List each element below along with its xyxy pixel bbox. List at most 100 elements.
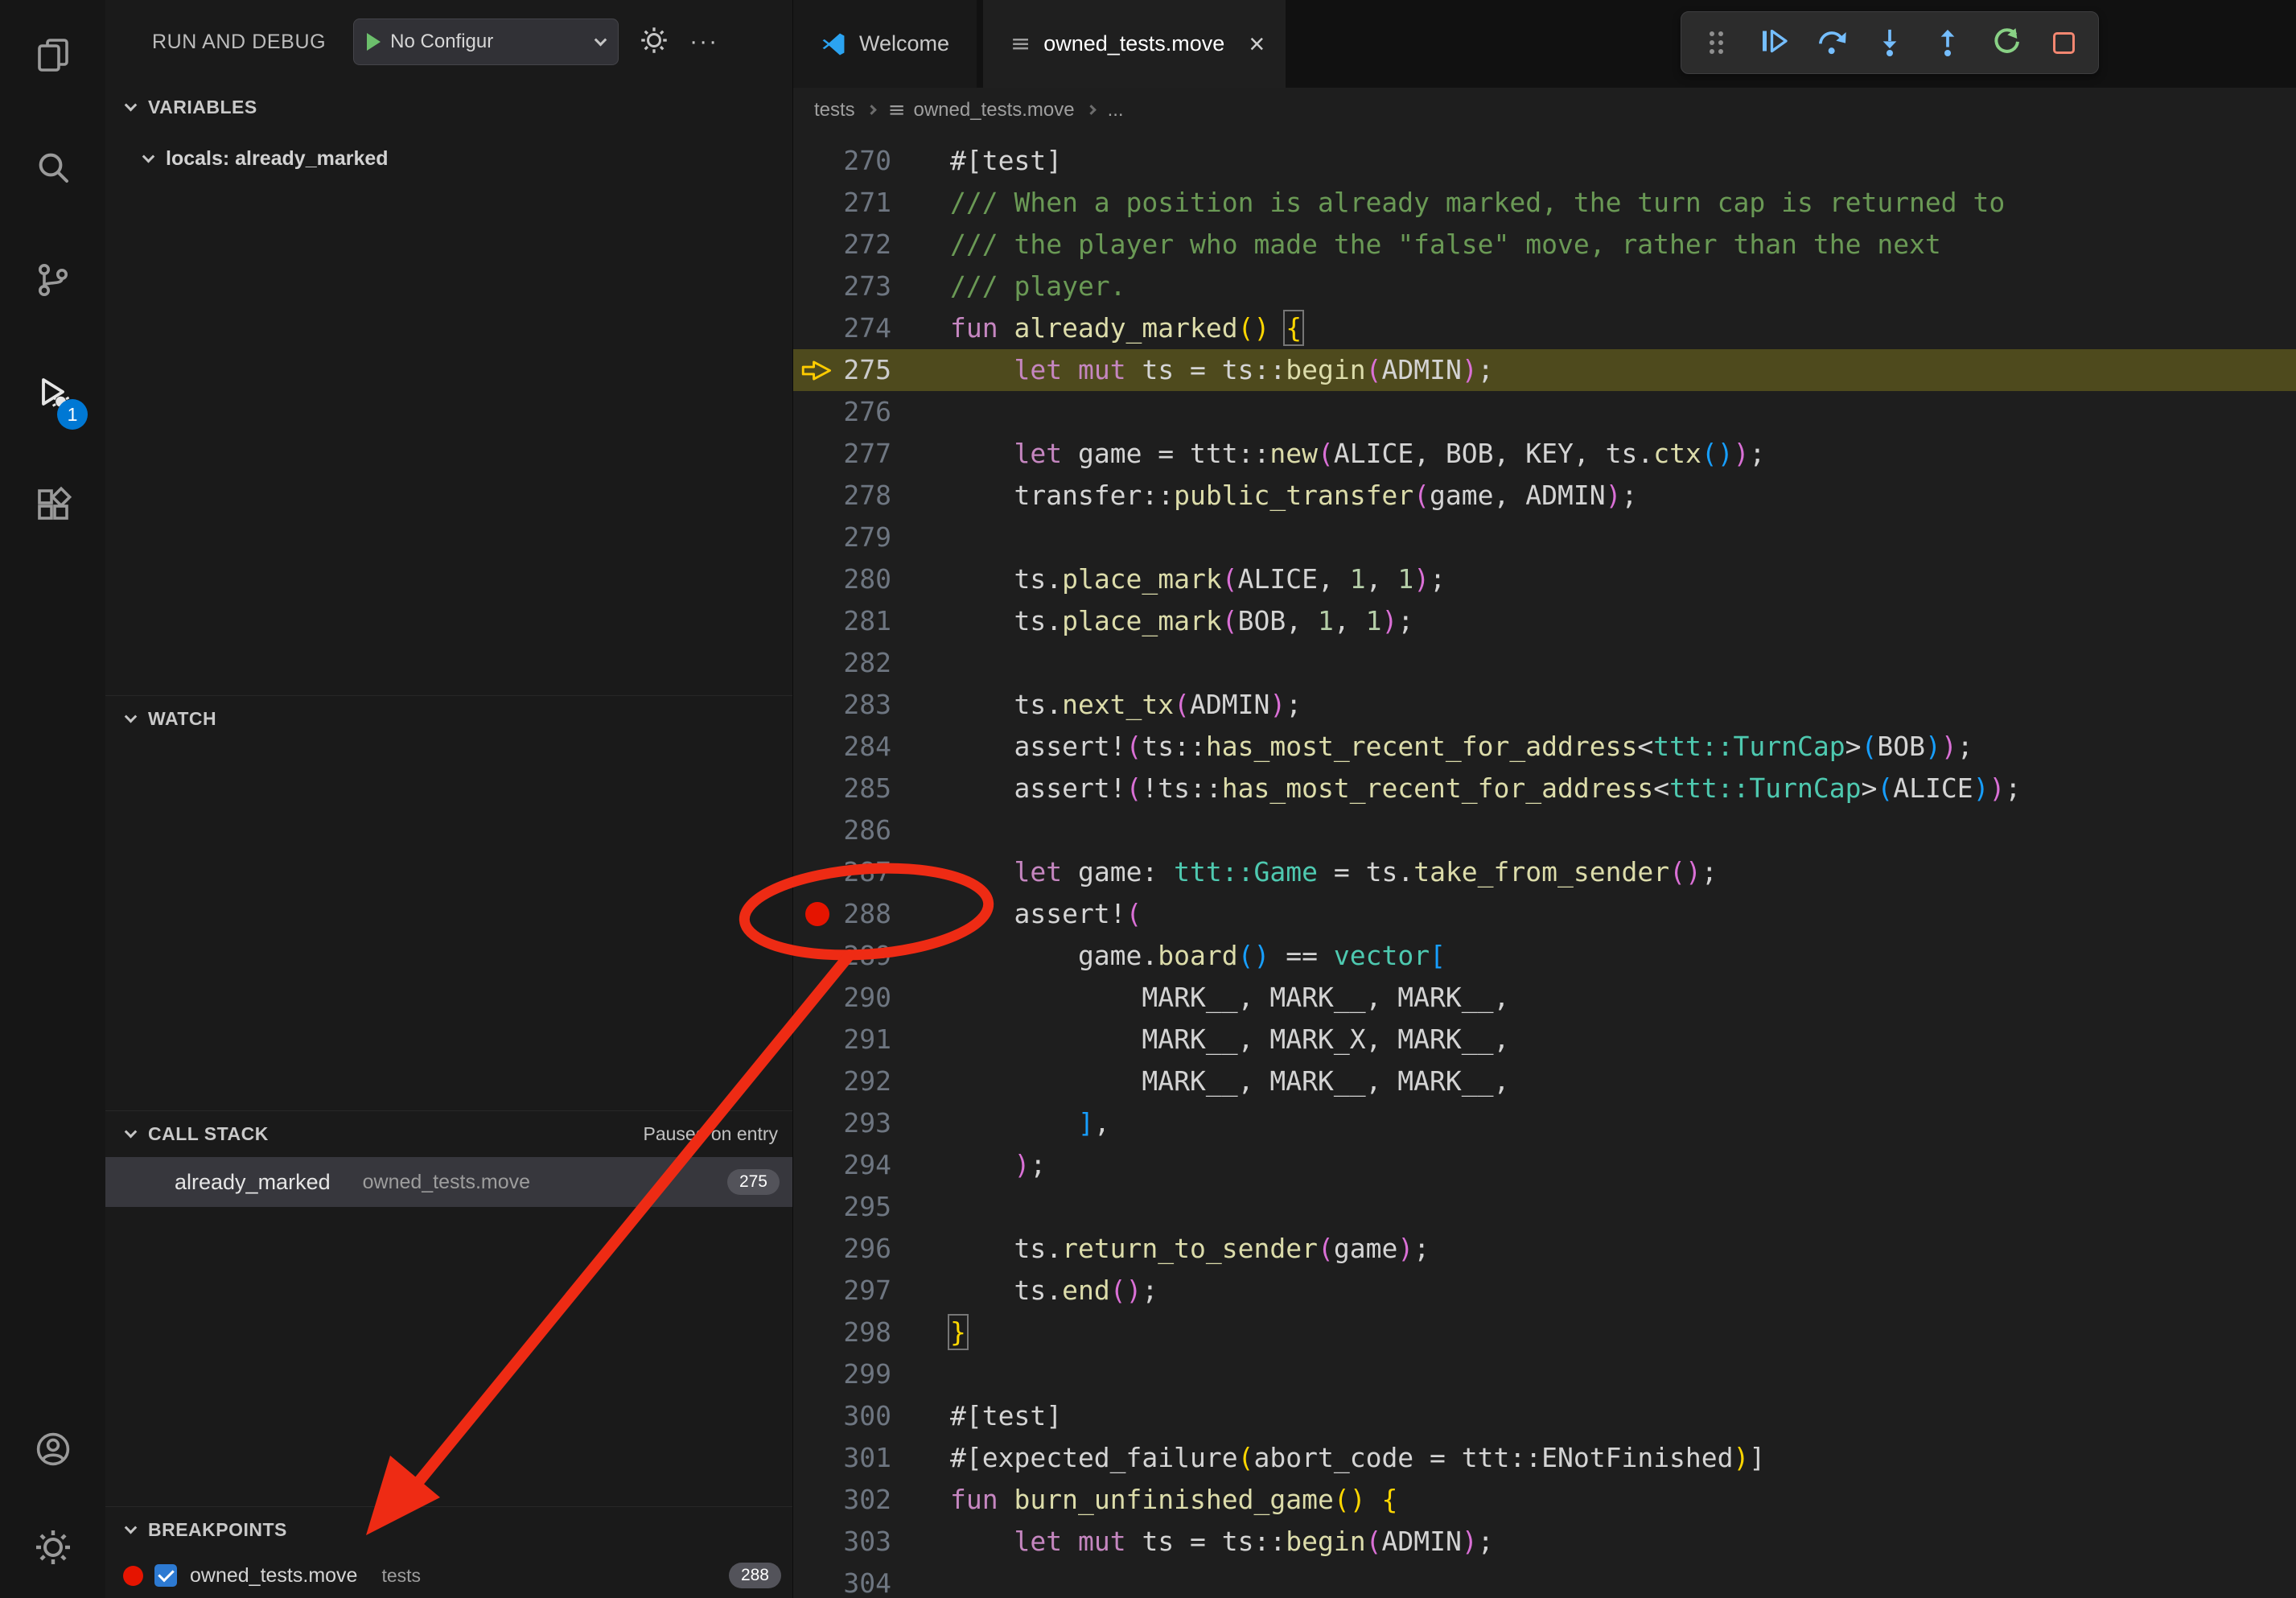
stop-button[interactable] (2047, 20, 2080, 65)
breadcrumb-item-file[interactable]: ≡ owned_tests.move (888, 98, 1075, 122)
tab-welcome[interactable]: Welcome (793, 0, 977, 88)
restart-button[interactable] (1989, 20, 2022, 65)
line-number[interactable]: 294 (841, 1144, 891, 1186)
code-line-303[interactable]: 303 let mut ts = ts::begin(ADMIN); (793, 1521, 2296, 1563)
code-editor[interactable]: 270#[test]271/// When a position is alre… (793, 132, 2296, 1598)
code-line-290[interactable]: 290 MARK__, MARK__, MARK__, (793, 977, 2296, 1019)
line-number[interactable]: 287 (841, 851, 891, 893)
breakpoint-gutter[interactable] (793, 433, 841, 475)
line-number[interactable]: 273 (841, 266, 891, 307)
line-number[interactable]: 285 (841, 768, 891, 809)
line-number[interactable]: 303 (841, 1521, 891, 1563)
breakpoint-gutter[interactable] (793, 1312, 841, 1353)
line-number[interactable]: 282 (841, 642, 891, 684)
line-number[interactable]: 297 (841, 1270, 891, 1312)
breakpoint-gutter[interactable] (793, 1563, 841, 1598)
call-stack-section-header[interactable]: CALL STACK Paused on entry (105, 1110, 792, 1157)
variables-section-header[interactable]: VARIABLES (105, 84, 792, 130)
step-out-button[interactable] (1931, 20, 1965, 65)
line-number[interactable]: 288 (841, 893, 891, 935)
breakpoint-gutter[interactable] (793, 642, 841, 684)
breakpoint-gutter[interactable] (793, 600, 841, 642)
call-stack-frame-row[interactable]: already_marked owned_tests.move 275 (105, 1157, 792, 1207)
code-line-304[interactable]: 304 (793, 1563, 2296, 1598)
current-line-arrow-icon[interactable] (793, 349, 841, 391)
code-line-289[interactable]: 289 game.board() == vector[ (793, 935, 2296, 977)
code-line-272[interactable]: 272/// the player who made the "false" m… (793, 224, 2296, 266)
code-line-287[interactable]: 287 let game: ttt::Game = ts.take_from_s… (793, 851, 2296, 893)
code-line-276[interactable]: 276 (793, 391, 2296, 433)
debug-settings-gear-button[interactable] (640, 26, 669, 59)
close-icon[interactable]: × (1249, 31, 1265, 58)
line-number[interactable]: 295 (841, 1186, 891, 1228)
breakpoint-gutter[interactable] (793, 977, 841, 1019)
code-line-277[interactable]: 277 let game = ttt::new(ALICE, BOB, KEY,… (793, 433, 2296, 475)
breakpoint-gutter[interactable] (793, 768, 841, 809)
code-line-279[interactable]: 279 (793, 517, 2296, 558)
breakpoint-gutter[interactable] (793, 1437, 841, 1479)
breakpoint-gutter[interactable] (793, 1102, 841, 1144)
code-line-285[interactable]: 285 assert!(!ts::has_most_recent_for_add… (793, 768, 2296, 809)
line-number[interactable]: 286 (841, 809, 891, 851)
breakpoint-gutter[interactable] (793, 1061, 841, 1102)
breakpoint-gutter[interactable] (793, 266, 841, 307)
step-into-button[interactable] (1873, 20, 1907, 65)
code-line-271[interactable]: 271/// When a position is already marked… (793, 182, 2296, 224)
code-line-296[interactable]: 296 ts.return_to_sender(game); (793, 1228, 2296, 1270)
launch-config-dropdown[interactable]: No Configur (353, 19, 619, 65)
settings-button[interactable] (0, 1500, 105, 1598)
breakpoint-gutter[interactable] (793, 391, 841, 433)
breakpoint-gutter[interactable] (793, 517, 841, 558)
line-number[interactable]: 302 (841, 1479, 891, 1521)
line-number[interactable]: 304 (841, 1563, 891, 1598)
breakpoint-gutter[interactable] (793, 1353, 841, 1395)
line-number[interactable]: 289 (841, 935, 891, 977)
breakpoint-gutter[interactable] (793, 1479, 841, 1521)
sidebar-item-run-and-debug[interactable]: 1 (0, 338, 105, 451)
locals-scope-row[interactable]: locals: already_marked (105, 135, 792, 182)
line-number[interactable]: 292 (841, 1061, 891, 1102)
line-number[interactable]: 283 (841, 684, 891, 726)
breakpoint-gutter[interactable] (793, 140, 841, 182)
breakpoint-gutter[interactable] (793, 809, 841, 851)
line-number[interactable]: 275 (841, 349, 891, 391)
breakpoint-gutter[interactable] (793, 307, 841, 349)
account-button[interactable] (0, 1402, 105, 1500)
breakpoint-gutter[interactable] (793, 1395, 841, 1437)
more-actions-button[interactable]: ··· (689, 30, 718, 54)
line-number[interactable]: 276 (841, 391, 891, 433)
code-line-270[interactable]: 270#[test] (793, 140, 2296, 182)
breadcrumb-item-tests[interactable]: tests (814, 99, 855, 121)
line-number[interactable]: 284 (841, 726, 891, 768)
code-line-291[interactable]: 291 MARK__, MARK_X, MARK__, (793, 1019, 2296, 1061)
breakpoint-list-item[interactable]: owned_tests.move tests 288 (105, 1553, 792, 1598)
line-number[interactable]: 280 (841, 558, 891, 600)
code-line-280[interactable]: 280 ts.place_mark(ALICE, 1, 1); (793, 558, 2296, 600)
breakpoint-gutter[interactable] (793, 935, 841, 977)
breakpoint-gutter[interactable] (793, 224, 841, 266)
breadcrumb-item-symbol[interactable]: ... (1108, 99, 1124, 121)
code-line-283[interactable]: 283 ts.next_tx(ADMIN); (793, 684, 2296, 726)
code-line-275[interactable]: 275 let mut ts = ts::begin(ADMIN); (793, 349, 2296, 391)
line-number[interactable]: 293 (841, 1102, 891, 1144)
continue-button[interactable] (1757, 20, 1791, 65)
line-number[interactable]: 277 (841, 433, 891, 475)
line-number[interactable]: 271 (841, 182, 891, 224)
breakpoint-gutter[interactable] (793, 1270, 841, 1312)
line-number[interactable]: 279 (841, 517, 891, 558)
line-number[interactable]: 296 (841, 1228, 891, 1270)
line-number[interactable]: 272 (841, 224, 891, 266)
code-line-282[interactable]: 282 (793, 642, 2296, 684)
breakpoint-gutter[interactable] (793, 1144, 841, 1186)
code-line-292[interactable]: 292 MARK__, MARK__, MARK__, (793, 1061, 2296, 1102)
breakpoint-gutter[interactable] (793, 1521, 841, 1563)
breakpoint-gutter[interactable] (793, 1019, 841, 1061)
code-line-300[interactable]: 300#[test] (793, 1395, 2296, 1437)
line-number[interactable]: 281 (841, 600, 891, 642)
code-line-302[interactable]: 302fun burn_unfinished_game() { (793, 1479, 2296, 1521)
code-line-281[interactable]: 281 ts.place_mark(BOB, 1, 1); (793, 600, 2296, 642)
breakpoint-gutter[interactable] (793, 1186, 841, 1228)
sidebar-item-source-control[interactable] (0, 225, 105, 338)
code-line-298[interactable]: 298} (793, 1312, 2296, 1353)
sidebar-item-search[interactable] (0, 113, 105, 225)
